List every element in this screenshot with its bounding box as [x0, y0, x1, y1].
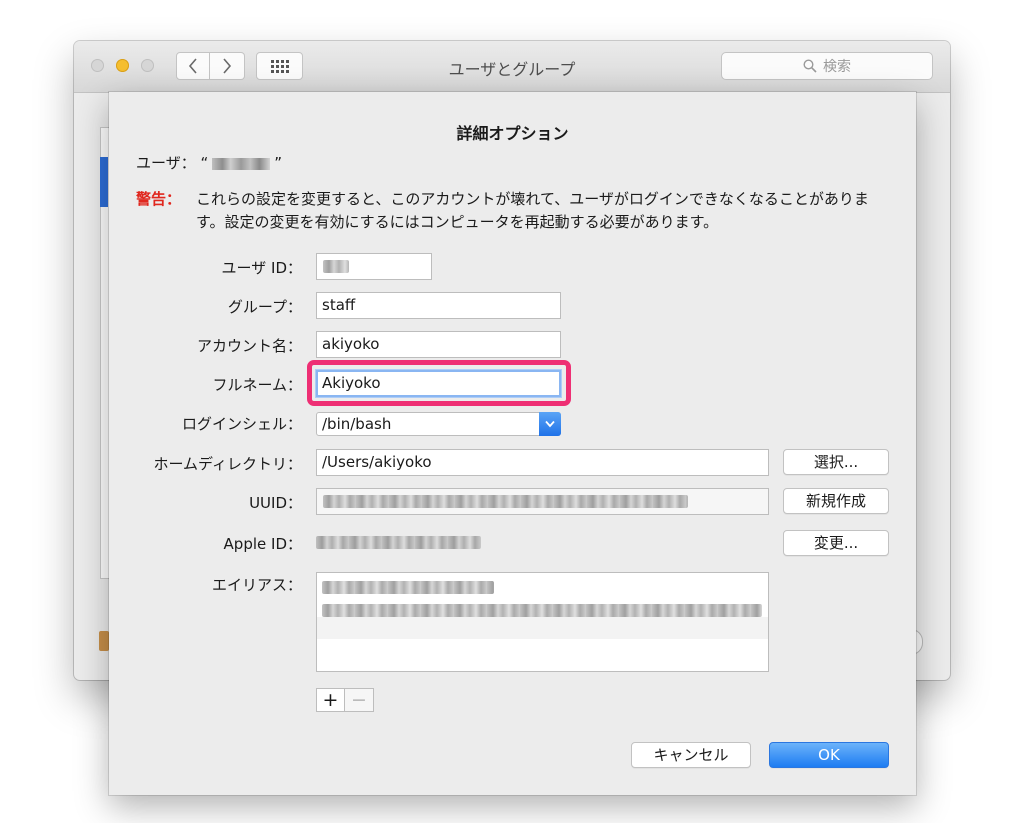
user-label: ユーザ： [136, 154, 196, 172]
advanced-options-sheet: 詳細オプション ユーザ： “ ” 警告： これらの設定を変更すると、このアカウント… [109, 92, 916, 795]
full-name-label: フルネーム： [212, 376, 302, 394]
user-id-label: ユーザ ID： [221, 259, 302, 277]
create-new-uuid-button[interactable]: 新規作成 [783, 488, 889, 514]
redacted-user-id [323, 260, 349, 273]
uuid-field[interactable] [316, 488, 769, 515]
choose-home-button[interactable]: 選択... [783, 449, 889, 475]
search-icon [803, 59, 817, 73]
login-shell-value: /bin/bash [322, 415, 392, 433]
redacted-apple-id [316, 536, 481, 549]
search-placeholder: 検索 [823, 59, 851, 75]
aliases-label: エイリアス： [211, 576, 302, 594]
title-bar: ユーザとグループ 検索 [74, 41, 950, 93]
user-line: ユーザ： “ ” [136, 152, 282, 173]
group-field[interactable]: staff [316, 292, 561, 319]
group-label: グループ： [227, 298, 302, 316]
cancel-button[interactable]: キャンセル [631, 742, 751, 768]
sheet-title: 詳細オプション [456, 124, 569, 143]
user-id-field[interactable] [316, 253, 432, 280]
annotation-highlight-box [307, 360, 571, 406]
warning-label: 警告： [136, 190, 182, 208]
add-alias-button[interactable]: + [316, 688, 345, 712]
redacted-alias-1 [322, 581, 494, 594]
login-shell-label: ログインシェル： [181, 415, 302, 433]
remove-alias-button[interactable]: − [345, 688, 374, 712]
selected-user-row[interactable] [100, 157, 108, 207]
alias-row-stripe [317, 617, 768, 639]
dropdown-arrow[interactable] [539, 412, 561, 436]
change-apple-id-button[interactable]: 変更... [783, 530, 889, 556]
account-name-field[interactable]: akiyoko [316, 331, 561, 358]
user-quote-open: “ [200, 154, 209, 172]
apple-id-label: Apple ID： [223, 535, 302, 553]
warning-text: これらの設定を変更すると、このアカウントが壊れて、ユーザがログインできなくなるこ… [196, 190, 869, 231]
search-field[interactable]: 検索 [721, 52, 933, 80]
lock-icon[interactable] [99, 631, 109, 651]
home-directory-label: ホームディレクトリ： [153, 455, 302, 473]
alias-controls: + − [316, 688, 374, 712]
account-name-label: アカウント名： [196, 337, 302, 355]
ok-button[interactable]: OK [769, 742, 889, 768]
home-directory-field[interactable]: /Users/akiyoko [316, 449, 769, 476]
redacted-user-name [212, 157, 271, 170]
aliases-list[interactable] [316, 572, 769, 672]
login-shell-select[interactable]: /bin/bash [316, 412, 561, 436]
redacted-uuid [323, 495, 688, 508]
chevron-updown-icon [545, 420, 555, 428]
redacted-alias-2 [322, 604, 762, 617]
uuid-label: UUID： [249, 494, 302, 512]
user-quote-close: ” [274, 154, 283, 172]
